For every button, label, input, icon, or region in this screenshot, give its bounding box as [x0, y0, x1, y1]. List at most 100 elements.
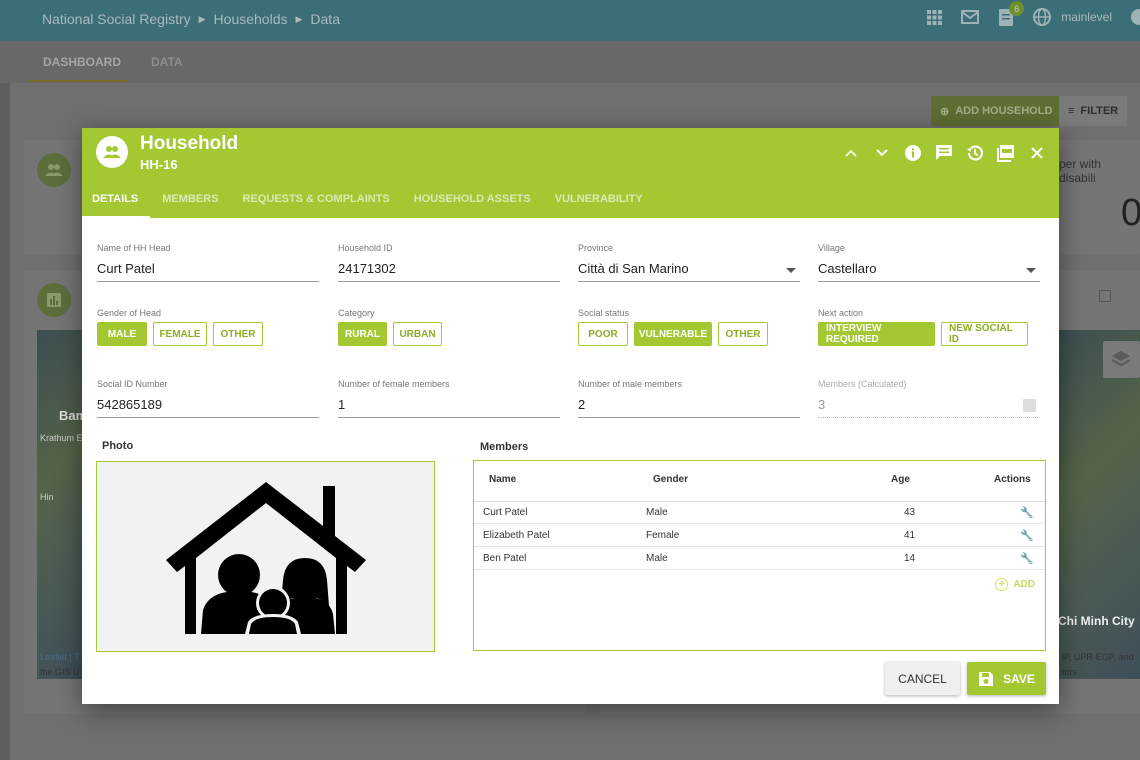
household-photo[interactable] [96, 461, 435, 652]
category-rural-chip[interactable]: RURAL [338, 322, 387, 346]
household-id-field: Household ID 24171302 [338, 243, 560, 282]
dropdown-caret-icon [786, 268, 796, 273]
gender-field: Gender of Head MALE FEMALE OTHER [97, 308, 327, 346]
map-attribution-right: iP, UPR-EGP, and [1062, 652, 1134, 662]
social-id-field: Social ID Number 542865189 [97, 379, 319, 418]
gender-female-chip[interactable]: FEMALE [153, 322, 207, 346]
add-circle-icon: ⊕ [940, 105, 950, 118]
province-select[interactable]: Città di San Marino [578, 257, 800, 282]
save-button[interactable]: SAVE [967, 662, 1046, 695]
members-calculated-input: 3 [818, 393, 1040, 418]
wrench-icon[interactable]: 🔧 [1020, 506, 1034, 519]
household-id-input[interactable]: 24171302 [338, 257, 560, 282]
photo-label: Photo [102, 440, 134, 452]
dialog-subtitle: HH-16 [140, 157, 178, 172]
language-globe-icon[interactable] [1033, 8, 1052, 26]
table-row[interactable]: Elizabeth Patel Female 41 🔧 [474, 524, 1045, 547]
card-title-fragment: per with disabili [1059, 157, 1102, 185]
map-layers-button[interactable] [1103, 341, 1140, 378]
member-name: Elizabeth Patel [483, 530, 550, 541]
chevron-up-icon[interactable] [840, 142, 861, 163]
tab-household-assets[interactable]: HOUSEHOLD ASSETS [402, 190, 543, 218]
tab-dashboard[interactable]: DASHBOARD [43, 55, 121, 69]
village-value: Castellaro [818, 261, 877, 276]
household-id-label: Household ID [338, 243, 393, 253]
social-id-input[interactable]: 542865189 [97, 393, 319, 418]
province-value: Città di San Marino [578, 261, 689, 276]
info-icon[interactable] [902, 142, 923, 163]
member-age: 41 [904, 530, 916, 541]
status-vulnerable-chip[interactable]: VULNERABLE [634, 322, 712, 346]
wrench-icon[interactable]: 🔧 [1020, 529, 1034, 542]
category-urban-chip[interactable]: URBAN [393, 322, 442, 346]
history-icon[interactable] [964, 142, 985, 163]
tab-vulnerability[interactable]: VULNERABILITY [543, 190, 655, 218]
next-action-field: Next action INTERVIEW REQUIRED NEW SOCIA… [818, 308, 1048, 346]
province-label: Province [578, 243, 614, 253]
dialog-tabs: DETAILS MEMBERS REQUESTS & COMPLAINTS HO… [82, 190, 655, 218]
female-members-label: Number of female members [338, 379, 450, 389]
village-field: Village Castellaro [818, 243, 1040, 282]
column-header-name[interactable]: Name [489, 474, 516, 485]
column-header-gender[interactable]: Gender [653, 474, 688, 485]
table-row[interactable]: Curt Patel Male 43 🔧 [474, 501, 1045, 524]
fullscreen-icon[interactable] [1099, 290, 1111, 302]
breadcrumb-households[interactable]: Households [214, 11, 288, 27]
username-label[interactable]: mainlevel [1061, 10, 1112, 24]
village-select[interactable]: Castellaro [818, 257, 1040, 282]
member-gender: Female [646, 530, 680, 541]
tab-requests-complaints[interactable]: REQUESTS & COMPLAINTS [230, 190, 401, 218]
household-avatar-icon [96, 136, 128, 168]
wrench-icon[interactable]: 🔧 [1020, 552, 1034, 565]
notifications-icon[interactable]: 6 [997, 1, 1025, 26]
social-id-label: Social ID Number [97, 379, 168, 389]
add-household-button[interactable]: ⊕ ADD HOUSEHOLD [931, 96, 1062, 126]
map-attribution[interactable]: Leaflet | T [40, 652, 80, 662]
tab-members[interactable]: MEMBERS [150, 190, 230, 218]
status-other-chip[interactable]: OTHER [718, 322, 768, 346]
members-calculated-value: 3 [818, 397, 826, 412]
status-poor-chip[interactable]: POOR [578, 322, 628, 346]
member-name: Curt Patel [483, 507, 528, 518]
top-app-bar: National Social Registry ▶ Households ▶ … [0, 0, 1140, 41]
background-map-left[interactable] [37, 330, 85, 679]
tab-details[interactable]: DETAILS [82, 190, 151, 218]
active-tab-indicator [30, 80, 127, 82]
members-calculated-label: Members (Calculated) [818, 379, 907, 389]
female-members-field: Number of female members 1 [338, 379, 560, 418]
map-label: Krathum E [40, 433, 83, 443]
column-header-age[interactable]: Age [891, 474, 910, 485]
chevron-right-icon: ▶ [198, 13, 206, 24]
filter-button[interactable]: ≡ FILTER [1059, 96, 1128, 126]
female-members-input[interactable]: 1 [338, 393, 560, 418]
action-interview-chip[interactable]: INTERVIEW REQUIRED [818, 322, 935, 346]
table-row[interactable]: Ben Patel Male 14 🔧 [474, 547, 1045, 570]
tab-data[interactable]: DATA [151, 55, 183, 69]
map-label: Chi Minh City [1058, 614, 1135, 628]
mail-icon[interactable] [961, 8, 980, 26]
apps-grid-icon[interactable] [925, 8, 943, 26]
comment-icon[interactable] [933, 142, 954, 163]
column-header-actions: Actions [994, 474, 1031, 485]
chevron-down-icon[interactable] [871, 142, 892, 163]
gender-other-chip[interactable]: OTHER [213, 322, 263, 346]
add-member-label: ADD [1013, 579, 1035, 590]
hh-head-input[interactable]: Curt Patel [97, 257, 319, 282]
household-dialog: Household HH-16 DETAILS MEMBERS REQUESTS… [82, 128, 1059, 704]
member-age: 14 [904, 553, 916, 564]
gender-male-chip[interactable]: MALE [97, 322, 147, 346]
village-label: Village [818, 243, 845, 253]
male-members-input[interactable]: 2 [578, 393, 800, 418]
breadcrumb-app[interactable]: National Social Registry [42, 11, 191, 27]
close-icon[interactable] [1026, 142, 1047, 163]
pdf-icon[interactable] [995, 142, 1016, 163]
gender-label: Gender of Head [97, 308, 162, 318]
cancel-button[interactable]: CANCEL [885, 662, 960, 695]
member-gender: Male [646, 553, 668, 564]
action-new-social-id-chip[interactable]: NEW SOCIAL ID [941, 322, 1028, 346]
category-label: Category [338, 308, 375, 318]
next-action-label: Next action [818, 308, 864, 318]
add-member-button[interactable]: + ADD [995, 578, 1035, 591]
member-name: Ben Patel [483, 553, 527, 564]
user-menu-icon[interactable] [1130, 8, 1140, 26]
